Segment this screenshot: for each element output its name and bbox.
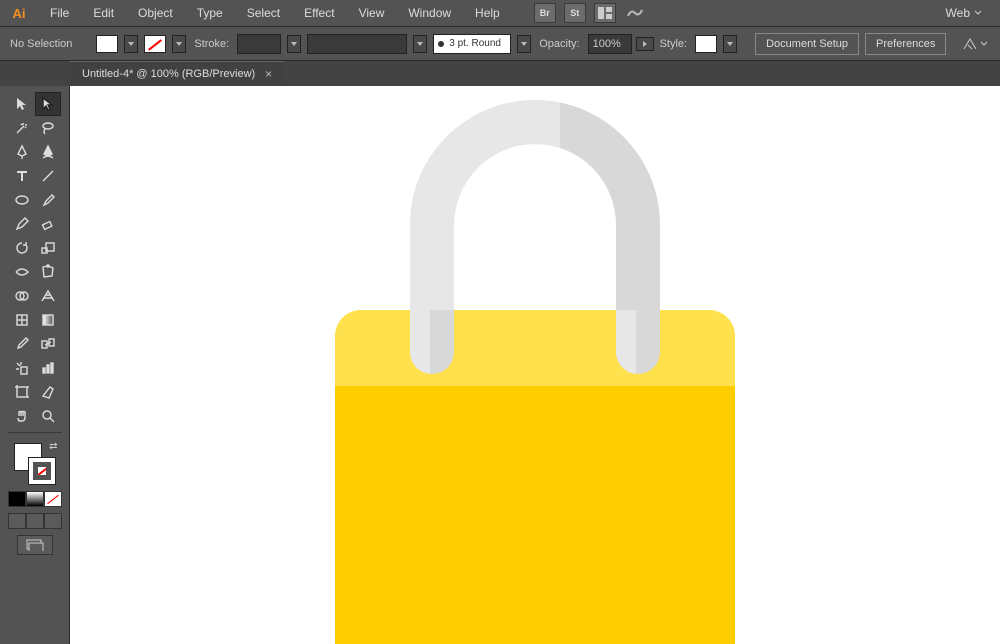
dot-icon bbox=[438, 41, 444, 47]
stroke-color-icon[interactable] bbox=[28, 457, 56, 485]
opacity-label: Opacity: bbox=[539, 38, 579, 50]
stroke-swatch[interactable] bbox=[144, 35, 166, 53]
canvas-area[interactable] bbox=[70, 86, 1000, 644]
gradient-tool[interactable] bbox=[35, 308, 61, 332]
slice-tool[interactable] bbox=[35, 380, 61, 404]
chevron-down-icon bbox=[974, 10, 982, 16]
screen-mode-button[interactable] bbox=[17, 535, 53, 555]
variable-width-dropdown[interactable] bbox=[413, 35, 427, 53]
fill-stroke-control[interactable]: ⇄ bbox=[14, 443, 56, 485]
eraser-tool[interactable] bbox=[35, 212, 61, 236]
stroke-weight-input[interactable] bbox=[237, 34, 281, 54]
document-tab[interactable]: Untitled-4* @ 100% (RGB/Preview) × bbox=[70, 61, 284, 86]
workspace-switcher[interactable]: Web bbox=[938, 3, 990, 23]
menu-select[interactable]: Select bbox=[237, 3, 290, 23]
color-mode-gradient[interactable] bbox=[26, 491, 44, 507]
document-setup-button[interactable]: Document Setup bbox=[755, 33, 859, 55]
lasso-tool[interactable] bbox=[35, 116, 61, 140]
type-tool[interactable] bbox=[9, 164, 35, 188]
menu-object[interactable]: Object bbox=[128, 3, 183, 23]
stock-button[interactable]: St bbox=[564, 3, 586, 23]
padlock-shackle-leg-right bbox=[616, 310, 660, 374]
padlock-shackle-leg-left bbox=[410, 310, 454, 374]
color-mode-none[interactable] bbox=[44, 491, 62, 507]
brush-definition-dropdown[interactable] bbox=[517, 35, 531, 53]
padlock-body-top bbox=[335, 310, 735, 390]
color-mode-solid[interactable] bbox=[8, 491, 26, 507]
curvature-tool[interactable] bbox=[35, 140, 61, 164]
zoom-tool[interactable] bbox=[35, 404, 61, 428]
document-tab-title: Untitled-4* @ 100% (RGB/Preview) bbox=[82, 68, 255, 80]
width-tool[interactable] bbox=[9, 260, 35, 284]
bridge-button[interactable]: Br bbox=[534, 3, 556, 23]
shape-builder-tool[interactable] bbox=[9, 284, 35, 308]
rotate-tool[interactable] bbox=[9, 236, 35, 260]
workspace: ⇄ bbox=[0, 86, 1000, 644]
control-bar: No Selection Stroke: 3 pt. Round Opacity… bbox=[0, 27, 1000, 61]
menu-window[interactable]: Window bbox=[398, 3, 461, 23]
mesh-tool[interactable] bbox=[9, 308, 35, 332]
pencil-tool[interactable] bbox=[9, 212, 35, 236]
blend-tool[interactable] bbox=[35, 332, 61, 356]
align-icon bbox=[962, 37, 978, 51]
direct-selection-tool[interactable] bbox=[35, 92, 61, 116]
magic-wand-tool[interactable] bbox=[9, 116, 35, 140]
paintbrush-tool[interactable] bbox=[35, 188, 61, 212]
color-mode-row bbox=[8, 491, 62, 507]
screen-mode-row bbox=[8, 513, 62, 529]
fill-swatch-dropdown[interactable] bbox=[124, 35, 138, 53]
menu-type[interactable]: Type bbox=[187, 3, 233, 23]
artboard-tool[interactable] bbox=[9, 380, 35, 404]
menu-view[interactable]: View bbox=[349, 3, 395, 23]
tool-separator bbox=[8, 432, 62, 433]
opacity-dropdown[interactable] bbox=[636, 37, 654, 51]
free-transform-tool[interactable] bbox=[35, 260, 61, 284]
draw-inside[interactable] bbox=[44, 513, 62, 529]
perspective-grid-tool[interactable] bbox=[35, 284, 61, 308]
eyedropper-tool[interactable] bbox=[9, 332, 35, 356]
workspace-switcher-label: Web bbox=[946, 6, 970, 20]
document-tab-bar: Untitled-4* @ 100% (RGB/Preview) × bbox=[0, 61, 1000, 86]
screen-mode-icon bbox=[26, 539, 44, 551]
gpu-icon bbox=[626, 6, 644, 20]
pen-tool[interactable] bbox=[9, 140, 35, 164]
symbol-sprayer-tool[interactable] bbox=[9, 356, 35, 380]
menu-help[interactable]: Help bbox=[465, 3, 510, 23]
selection-status-label: No Selection bbox=[10, 38, 72, 50]
fill-swatch[interactable] bbox=[96, 35, 118, 53]
style-label: Style: bbox=[660, 38, 688, 50]
opacity-input[interactable] bbox=[588, 34, 632, 54]
graphic-style-swatch[interactable] bbox=[695, 35, 717, 53]
menu-file[interactable]: File bbox=[40, 3, 79, 23]
arrange-documents-icon bbox=[598, 7, 612, 19]
swap-fill-stroke-icon[interactable]: ⇄ bbox=[49, 441, 57, 452]
stroke-swatch-dropdown[interactable] bbox=[172, 35, 186, 53]
gpu-preview-button[interactable] bbox=[624, 3, 646, 23]
brush-definition-label: 3 pt. Round bbox=[449, 38, 501, 49]
stroke-weight-dropdown[interactable] bbox=[287, 35, 301, 53]
padlock-body-main bbox=[335, 386, 735, 644]
scale-tool[interactable] bbox=[35, 236, 61, 260]
draw-behind[interactable] bbox=[26, 513, 44, 529]
close-tab-button[interactable]: × bbox=[265, 67, 272, 81]
arrange-documents-button[interactable] bbox=[594, 3, 616, 23]
line-segment-tool[interactable] bbox=[35, 164, 61, 188]
ellipse-tool[interactable] bbox=[9, 188, 35, 212]
tool-panel: ⇄ bbox=[0, 86, 70, 644]
draw-normal[interactable] bbox=[8, 513, 26, 529]
column-graph-tool[interactable] bbox=[35, 356, 61, 380]
stroke-label: Stroke: bbox=[194, 38, 229, 50]
selection-tool[interactable] bbox=[9, 92, 35, 116]
menu-edit[interactable]: Edit bbox=[83, 3, 124, 23]
chevron-down-icon bbox=[980, 41, 988, 47]
menu-bar: Ai File Edit Object Type Select Effect V… bbox=[0, 0, 1000, 27]
variable-width-profile[interactable] bbox=[307, 34, 407, 54]
hand-tool[interactable] bbox=[9, 404, 35, 428]
menu-effect[interactable]: Effect bbox=[294, 3, 344, 23]
align-flyout-button[interactable] bbox=[962, 37, 988, 51]
app-logo-icon: Ai bbox=[8, 4, 30, 22]
graphic-style-dropdown[interactable] bbox=[723, 35, 737, 53]
preferences-button[interactable]: Preferences bbox=[865, 33, 946, 55]
brush-definition[interactable]: 3 pt. Round bbox=[433, 34, 511, 54]
